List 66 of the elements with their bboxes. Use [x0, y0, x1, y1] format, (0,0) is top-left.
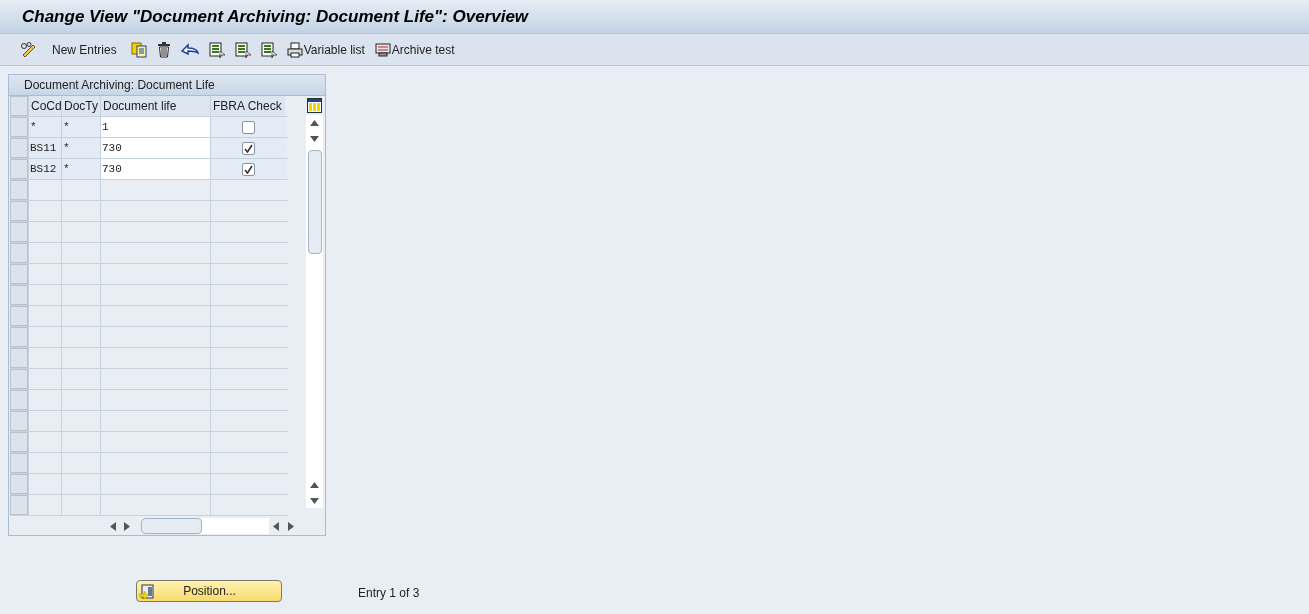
table-cell: *	[28, 117, 61, 137]
toolbar-button[interactable]: Variable list	[284, 38, 367, 61]
table-cell: BS11	[28, 138, 61, 158]
toolbar-button[interactable]: New Entries	[46, 38, 123, 61]
position-icon	[139, 583, 154, 599]
row-selector[interactable]	[10, 201, 28, 221]
checkbox[interactable]	[241, 162, 255, 176]
row-selector[interactable]	[10, 180, 28, 200]
trash-icon[interactable]	[156, 41, 171, 58]
column-settings-icon[interactable]	[307, 98, 322, 113]
select-all-button[interactable]	[10, 96, 28, 116]
row-selector[interactable]	[10, 285, 28, 305]
document-select-icon[interactable]	[208, 41, 225, 58]
checkbox[interactable]	[241, 141, 255, 155]
checkbox[interactable]	[241, 120, 255, 134]
vertical-scrollbar[interactable]	[306, 115, 323, 508]
table-cell: *	[61, 159, 100, 179]
document-select-icon[interactable]	[234, 41, 251, 58]
row-selector[interactable]	[10, 264, 28, 284]
row-selector[interactable]	[10, 117, 28, 137]
scroll-left-icon[interactable]	[110, 521, 116, 531]
row-selector[interactable]	[10, 390, 28, 410]
scroll-left-icon[interactable]	[273, 521, 279, 531]
archive-box-icon	[374, 42, 391, 57]
scroll-up-icon[interactable]	[310, 120, 319, 126]
row-selector[interactable]	[10, 369, 28, 389]
input-field[interactable]: 730	[100, 159, 210, 179]
scroll-right-icon[interactable]	[124, 521, 130, 531]
printer-icon	[286, 41, 303, 58]
row-selector[interactable]	[10, 432, 28, 452]
column-header[interactable]: Document life	[100, 96, 210, 116]
column-header[interactable]: FBRA Check	[210, 96, 285, 116]
glasses-pencil-icon[interactable]	[20, 41, 38, 58]
scroll-thumb[interactable]	[307, 150, 322, 254]
table-cell: BS12	[28, 159, 61, 179]
row-selector[interactable]	[10, 243, 28, 263]
row-selector[interactable]	[10, 495, 28, 515]
row-selector[interactable]	[10, 453, 28, 473]
table-cell: *	[61, 117, 100, 137]
row-selector[interactable]	[10, 411, 28, 431]
copy-icon[interactable]	[130, 41, 147, 58]
document-select-icon[interactable]	[260, 41, 277, 58]
row-selector[interactable]	[10, 159, 28, 179]
scroll-up-icon[interactable]	[310, 482, 319, 488]
position-button[interactable]: Position...	[136, 580, 282, 602]
table-cell: *	[61, 138, 100, 158]
table-title: Document Archiving: Document Life	[9, 75, 325, 96]
input-field[interactable]: 730	[100, 138, 210, 158]
scroll-down-icon[interactable]	[310, 498, 319, 504]
row-selector[interactable]	[10, 138, 28, 158]
row-selector[interactable]	[10, 306, 28, 326]
undo-arrow-icon[interactable]	[180, 42, 199, 57]
column-header[interactable]: CoCd	[28, 96, 61, 116]
input-field[interactable]: 1	[100, 117, 210, 137]
row-selector[interactable]	[10, 348, 28, 368]
window-title: Change View "Document Archiving: Document Life": Overview	[22, 5, 529, 28]
horizontal-scrollbar[interactable]	[141, 518, 269, 534]
scroll-right-icon[interactable]	[288, 521, 294, 531]
toolbar-button[interactable]: Archive test	[372, 38, 457, 61]
row-selector[interactable]	[10, 222, 28, 242]
row-selector[interactable]	[10, 327, 28, 347]
scroll-thumb[interactable]	[141, 518, 202, 534]
column-header[interactable]: DocTy	[61, 96, 100, 116]
scroll-down-icon[interactable]	[310, 136, 319, 142]
entry-counter: Entry 1 of 3	[358, 585, 420, 602]
row-selector[interactable]	[10, 474, 28, 494]
